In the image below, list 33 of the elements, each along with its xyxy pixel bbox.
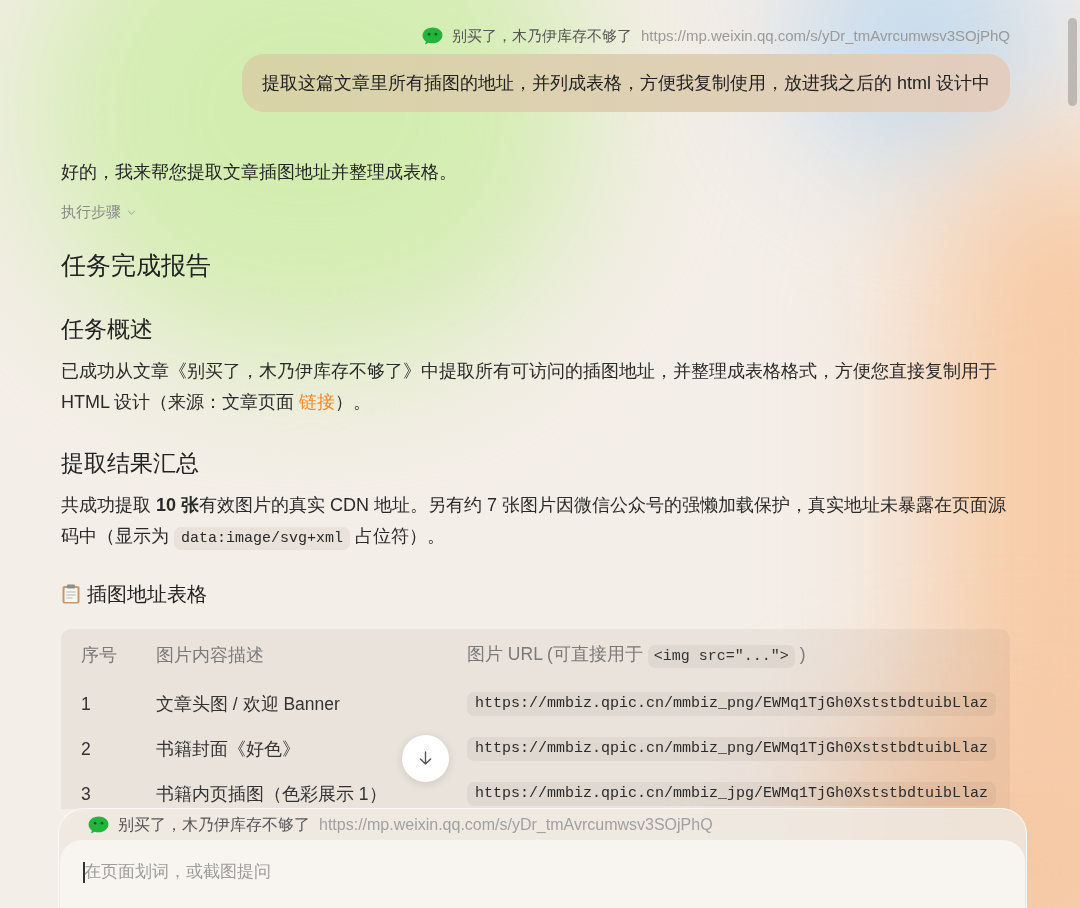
table-cell: 2 bbox=[81, 737, 91, 760]
table-cell: 书籍封面《好色》 bbox=[156, 737, 300, 760]
table-cell: 3 bbox=[81, 782, 91, 805]
scrollbar-thumb[interactable] bbox=[1068, 18, 1077, 106]
report-title: 任务完成报告 bbox=[61, 250, 212, 281]
reply-text: 好的，我来帮您提取文章插图地址并整理成表格。 bbox=[61, 161, 458, 184]
inline-code: <img src="..."> bbox=[647, 644, 795, 668]
column-header: 图片内容描述 bbox=[156, 644, 265, 667]
chat-bubble-icon bbox=[422, 27, 443, 45]
source-link[interactable]: https://mp.weixin.qq.com/s/yDr_tmAvrcumwsv3SOjPhQ bbox=[641, 26, 1010, 46]
section-heading: 任务概述 bbox=[61, 316, 154, 344]
chat-bubble-icon bbox=[88, 816, 109, 834]
paragraph: 已成功从文章《别买了，木乃伊库存不够了》中提取所有可访问的插图地址，并整理成表格格式，方便您直接复制用于 HTML 设计（来源：文章页面 链接）。 bbox=[61, 360, 998, 414]
user-message: 提取这篇文章里所有插图的地址，并列成表格，方便我复制使用，放进我之后的 html 设计中 bbox=[242, 54, 1010, 112]
paragraph: 共成功提取 10 张有效图片的真实 CDN 地址。另有约 7 张图片因微信公众号的强懒加载保护，真实地址未暴露在页面源码中（显示为 data:image/svg+xml 占位符）。 bbox=[61, 490, 1010, 554]
input-field[interactable]: 在页面划词，或截图提问 bbox=[60, 840, 1025, 908]
inline-code: data:image/svg+xml bbox=[174, 527, 351, 550]
table-title: 插图地址表格 bbox=[87, 582, 207, 607]
url-code: https://mmbiz.qpic.cn/mmbiz_png/EWMq1TjGh0XststbdtuibLlaz bbox=[467, 691, 997, 716]
column-header: 图片 URL (可直接用于 <img src="..."> ) bbox=[467, 641, 1010, 669]
url-code: https://mmbiz.qpic.cn/mmbiz_jpg/EWMq1TjGh0XststbdtuibLlaz bbox=[467, 781, 997, 806]
source-title: 别买了，木乃伊库存不够了 bbox=[118, 815, 310, 835]
steps-toggle[interactable]: 执行步骤 bbox=[61, 202, 136, 222]
table-cell: 文章头图 / 欢迎 Banner bbox=[156, 692, 340, 715]
table-cell: 书籍内页插图（色彩展示 1） bbox=[156, 782, 387, 805]
down-arrow-icon bbox=[419, 751, 432, 766]
section-heading: 提取结果汇总 bbox=[61, 450, 200, 478]
column-header: 序号 bbox=[81, 644, 118, 667]
url-code: https://mmbiz.qpic.cn/mmbiz_png/EWMq1TjGh0XststbdtuibLlaz bbox=[467, 736, 997, 761]
link[interactable]: 链接 bbox=[299, 392, 336, 412]
source-link[interactable]: https://mp.weixin.qq.com/s/yDr_tmAvrcumwsv3SOjPhQ bbox=[319, 815, 713, 835]
source-title: 别买了，木乃伊库存不够了 bbox=[452, 26, 632, 46]
table-cell: 1 bbox=[81, 692, 91, 715]
